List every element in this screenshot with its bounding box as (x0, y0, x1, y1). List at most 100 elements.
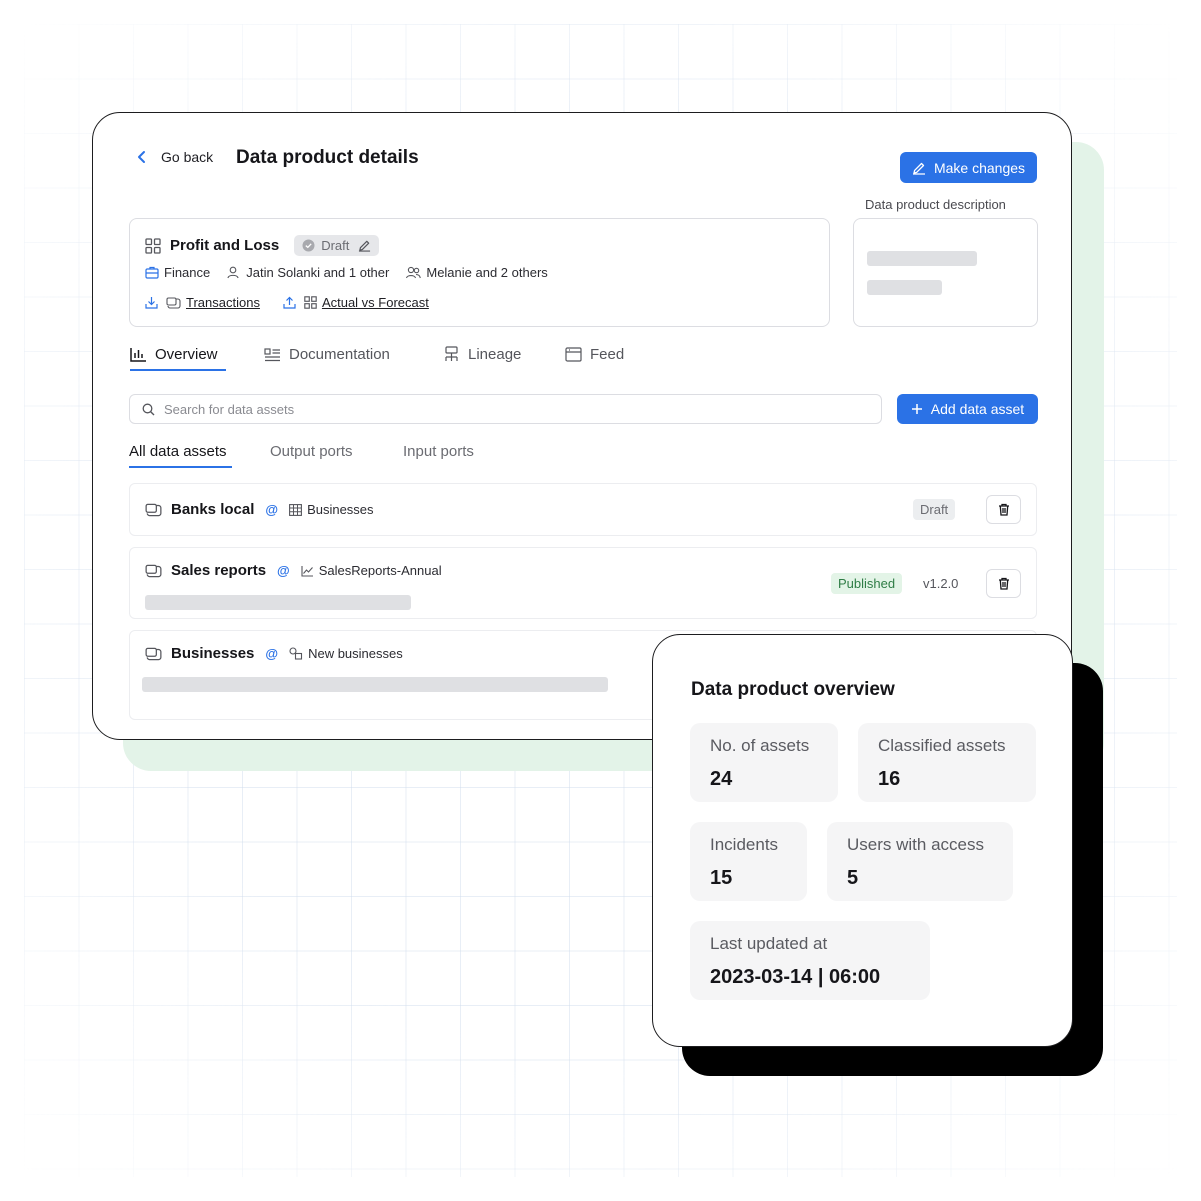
domain-label: Finance (164, 265, 211, 280)
asset-name: Businesses (171, 645, 255, 662)
output-link[interactable]: Actual vs Forecast (304, 295, 429, 310)
output-port-icon (283, 296, 296, 309)
at-icon: @ (265, 646, 279, 661)
stat-value: 15 (710, 867, 733, 889)
stat-label: Incidents (710, 835, 779, 854)
asset-source: SalesReports-Annual (301, 563, 442, 578)
asset-source: Businesses (289, 502, 374, 517)
dataset-icon (145, 503, 162, 517)
owners-label: Jatin Solanki and 1 other (246, 265, 390, 280)
briefcase-icon (145, 266, 159, 279)
at-icon: @ (277, 563, 290, 578)
members-label: Melanie and 2 others (426, 265, 548, 280)
asset-placeholder-line (145, 595, 411, 610)
active-tab-indicator (130, 369, 226, 371)
tab-label: Overview (155, 346, 218, 363)
stat-value: 2023-03-14 | 06:00 (710, 966, 881, 988)
make-changes-button[interactable]: Make changes (900, 152, 1037, 183)
add-data-asset-button[interactable]: Add data asset (897, 394, 1038, 424)
output-link-label: Actual vs Forecast (321, 295, 429, 310)
asset-row[interactable]: Sales reports @ SalesReports-Annual Publ… (129, 547, 1037, 619)
page-title: Data product details (236, 147, 419, 168)
go-back-link[interactable]: Go back (135, 149, 213, 165)
tab-documentation[interactable]: Documentation (264, 346, 390, 363)
grid-small-icon (304, 296, 317, 309)
status-badge: Draft (913, 499, 956, 520)
stat-label: Users with access (847, 835, 984, 854)
input-port-icon (145, 296, 158, 309)
tab-lineage[interactable]: Lineage (443, 346, 521, 363)
input-link-label: Transactions (186, 295, 260, 310)
tab-feed[interactable]: Feed (565, 346, 624, 363)
asset-placeholder-line (142, 677, 608, 692)
chevron-left-icon (135, 150, 149, 164)
search-placeholder: Search for data assets (164, 401, 295, 417)
asset-name: Sales reports (171, 562, 267, 579)
at-icon: @ (265, 502, 279, 517)
product-name: Profit and Loss (170, 237, 280, 254)
user-icon (227, 266, 241, 279)
search-input[interactable]: Search for data assets (129, 394, 882, 424)
overview-title: Data product overview (691, 679, 895, 700)
grid-icon (145, 237, 161, 254)
delete-button[interactable] (986, 495, 1021, 524)
stat-value: 5 (847, 867, 859, 889)
tab-label: Lineage (468, 346, 522, 363)
bar-chart-icon (130, 347, 147, 362)
product-info-box: Profit and Loss Draft Finance Jatin Sola… (129, 218, 830, 327)
asset-source-label: New businesses (308, 646, 403, 661)
asset-source-label: Businesses (307, 502, 374, 517)
domain-meta: Finance (145, 265, 210, 280)
description-label: Data product description (865, 197, 1006, 212)
stat-card-assets: No. of assets 24 (690, 723, 838, 802)
active-subtab-indicator (129, 466, 232, 468)
search-icon (142, 403, 155, 416)
version-label: v1.2.0 (923, 576, 959, 591)
input-link[interactable]: Transactions (166, 295, 260, 310)
dataset-icon (145, 564, 162, 578)
stat-card-classified: Classified assets 16 (858, 723, 1036, 802)
subtab-input-ports[interactable]: Input ports (403, 443, 474, 460)
stat-label: Last updated at (710, 934, 828, 953)
feed-icon (565, 347, 582, 362)
shapes-icon (289, 647, 303, 660)
trash-icon (998, 503, 1010, 516)
dataset-icon (145, 647, 162, 661)
description-box (853, 218, 1038, 327)
line-chart-icon (301, 565, 314, 577)
edit-status-icon[interactable] (358, 239, 371, 252)
lineage-icon (443, 346, 460, 363)
status-label: Draft (321, 238, 350, 253)
add-data-asset-label: Add data asset (930, 401, 1025, 417)
delete-button[interactable] (986, 569, 1021, 598)
plus-icon (911, 403, 923, 415)
dataset-icon (166, 296, 181, 309)
asset-row[interactable]: Banks local @ Businesses Draft (129, 483, 1037, 536)
users-icon (406, 266, 422, 279)
stat-label: Classified assets (878, 736, 1006, 755)
go-back-label: Go back (161, 149, 214, 165)
data-product-overview-card: Data product overview No. of assets 24 C… (652, 634, 1073, 1047)
asset-source-label: SalesReports-Annual (318, 563, 442, 578)
stat-label: No. of assets (710, 736, 810, 755)
stat-card-incidents: Incidents 15 (690, 822, 807, 901)
status-badge: Published (831, 573, 903, 594)
stat-card-users: Users with access 5 (827, 822, 1013, 901)
make-changes-label: Make changes (933, 159, 1026, 176)
check-circle-icon (302, 239, 315, 252)
edit-icon (912, 161, 926, 175)
stat-value: 16 (878, 768, 901, 790)
subtab-output-ports[interactable]: Output ports (270, 443, 353, 460)
stat-value: 24 (710, 768, 733, 790)
asset-source: New businesses (289, 646, 403, 661)
status-badge: Draft (294, 235, 380, 256)
tab-label: Feed (590, 346, 625, 363)
trash-icon (998, 577, 1010, 590)
tab-overview[interactable]: Overview (130, 346, 218, 363)
stat-card-last-updated: Last updated at 2023-03-14 | 06:00 (690, 921, 930, 1000)
owners-meta: Jatin Solanki and 1 other (227, 265, 389, 280)
description-placeholder-line (867, 251, 977, 266)
description-placeholder-line (867, 280, 942, 295)
document-list-icon (264, 347, 281, 362)
subtab-all-data-assets[interactable]: All data assets (129, 443, 227, 460)
